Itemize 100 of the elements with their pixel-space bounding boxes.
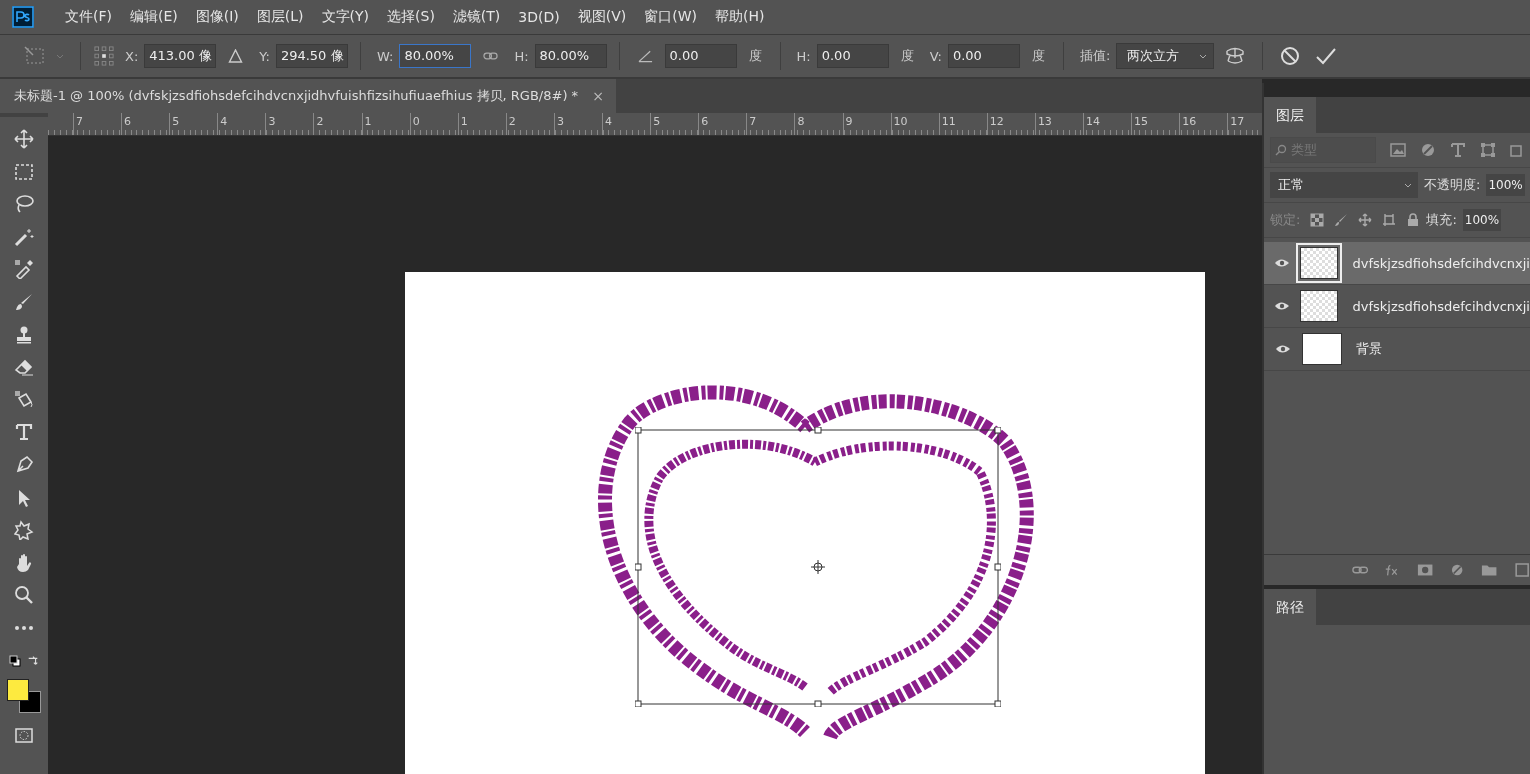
menu-item[interactable]: 帮助(H) [706,8,774,26]
shape-filter-icon[interactable] [1480,142,1496,158]
lock-icon[interactable] [1406,213,1421,227]
custom-shape-icon[interactable] [14,520,34,541]
cancel-icon[interactable] [1279,46,1302,66]
angle-icon [637,49,653,63]
layer-row[interactable]: dvfskjzsdfiohsdefcihdvcnxji [1264,242,1530,285]
layer-thumbnail [1300,290,1339,322]
move-icon[interactable] [1358,213,1373,227]
menu-item[interactable]: 文字(Y) [312,8,379,26]
input-field[interactable]: 413.00 像 [144,44,217,68]
input-field[interactable]: 0.00 [947,44,1020,68]
type-icon[interactable] [14,422,34,443]
interpolation-dropdown[interactable]: 两次立方 [1116,43,1215,69]
input-field[interactable]: 294.50 像 [275,44,348,68]
ruler-label: 1 [363,115,372,128]
field-label: V: [929,48,942,64]
ruler-label: 3 [267,115,276,128]
commit-check-icon[interactable] [1315,46,1338,66]
unit-label: 度 [1031,47,1045,65]
menu-item[interactable]: 3D(D) [509,9,569,25]
menu-item[interactable]: 选择(S) [378,8,444,26]
hand-icon[interactable] [14,552,34,573]
default-colors-icon[interactable] [9,654,21,667]
unit-label: 度 [900,47,914,65]
field-label: W: [376,48,394,64]
reference-point-icon[interactable] [93,46,115,66]
ruler-label: 2 [315,115,324,128]
quick-mask-icon[interactable] [14,725,34,746]
menu-item[interactable]: 窗口(W) [635,8,707,26]
blend-mode-dropdown[interactable]: 正常 [1270,172,1418,198]
eraser-icon[interactable] [14,357,34,378]
brush-icon[interactable] [14,291,34,312]
menu-item[interactable]: 图层(L) [247,8,313,26]
field-label: Y: [259,48,270,64]
warp-icon[interactable] [1224,46,1247,66]
lock-transparency-icon[interactable] [1310,213,1325,227]
menu-item[interactable]: 滤镜(T) [443,8,510,26]
folder-icon[interactable] [1481,563,1498,577]
brush-icon[interactable] [1334,213,1349,227]
paths-tab[interactable]: 路径 [1264,589,1316,625]
ruler-label: 6 [700,115,709,128]
ruler-label: 2 [507,115,516,128]
ruler-label: 8 [796,115,805,128]
input-field[interactable]: 80.00% [399,44,472,68]
app-logo-icon[interactable] [12,6,34,28]
zoom-icon[interactable] [14,585,34,606]
ruler-label: 12 [988,115,1004,128]
layer-row[interactable]: 背景 [1264,328,1530,371]
menu-item[interactable]: 文件(F) [56,8,121,26]
field-label: H: [514,48,529,64]
fill-label: 填充: [1426,211,1457,229]
magic-wand-icon[interactable] [14,226,34,247]
stamp-icon[interactable] [14,324,34,345]
menu-item[interactable]: 视图(V) [568,8,636,26]
ruler-label: 10 [892,115,908,128]
input-field[interactable]: 80.00% [534,44,607,68]
ruler-label: 7 [748,115,757,128]
input-field[interactable]: 0.00 [664,44,737,68]
field-label: H: [796,48,811,64]
layers-tab[interactable]: 图层 [1264,97,1316,133]
document-tab[interactable]: 未标题-1 @ 100% (dvfskjzsdfiohsdefcihdvcnxjidhvfuishfizsihufiuaefhius 拷贝, RGB/8#) * × [0,79,616,113]
caret-icon [1404,182,1412,188]
transform-bounding-box[interactable] [635,427,1001,707]
triangle-icon[interactable] [228,49,244,63]
artboard-icon[interactable] [1382,213,1397,227]
paint-bucket-icon[interactable] [14,389,34,410]
eyedropper-icon[interactable] [14,259,34,280]
close-button[interactable]: × [592,88,604,104]
ruler-label: 9 [844,115,853,128]
ruler-label: 17 [1229,115,1245,128]
field-label: X: [125,48,139,64]
input-field[interactable]: 0.00 [816,44,889,68]
eye-icon[interactable] [1274,257,1291,269]
ruler-label: 5 [652,115,661,128]
ruler-label: 1 [459,115,468,128]
eye-icon[interactable] [1274,300,1291,312]
adjustment-filter-icon[interactable] [1420,142,1436,158]
opacity-label: 不透明度: [1424,176,1481,194]
type-filter-icon[interactable] [1450,142,1466,158]
ruler-label: 3 [555,115,564,128]
mask-icon[interactable] [1416,563,1433,577]
image-filter-icon[interactable] [1390,142,1406,158]
ruler-label: 11 [940,115,956,128]
swap-colors-icon[interactable] [27,654,39,667]
menu-item[interactable]: 图像(I) [186,8,248,26]
eye-icon[interactable] [1275,343,1291,355]
pen-icon[interactable] [14,454,34,475]
color-swatches-icon[interactable] [7,679,41,714]
layer-row[interactable]: dvfskjzsdfiohsdefcihdvcnxji [1264,285,1530,328]
menu-item[interactable]: 编辑(E) [121,8,187,26]
search-icon [1275,144,1287,156]
fill-field[interactable]: 100% [1462,209,1502,231]
ruler-label: 4 [219,115,228,128]
ruler-label: 7 [75,115,83,128]
lasso-icon[interactable] [14,194,34,215]
new-layer-icon[interactable] [1513,563,1530,577]
opacity-field[interactable]: 100% [1486,174,1525,196]
marquee-icon[interactable] [14,161,34,182]
ruler-label: 5 [171,115,180,128]
